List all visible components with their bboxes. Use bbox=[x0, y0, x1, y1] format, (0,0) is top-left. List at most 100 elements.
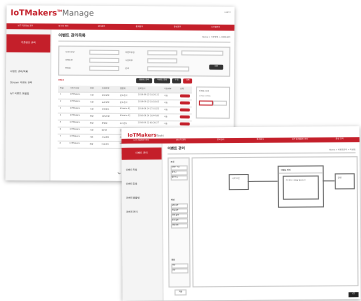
table-cell: IoTMakers bbox=[69, 93, 81, 96]
table-cell: 2016.06.14 16:44:09 bbox=[137, 115, 159, 118]
column-header: 유형 bbox=[90, 87, 94, 90]
table-cell: 8 bbox=[59, 142, 61, 145]
flow-node-alert[interactable]: 알림 bbox=[334, 173, 355, 190]
nav-item[interactable]: 장비관리 bbox=[201, 138, 241, 143]
title-divider bbox=[167, 152, 356, 155]
flow-edge bbox=[322, 180, 335, 182]
flow-node-inner[interactable]: 조건 충족 시 알림을 발송합니다 bbox=[282, 175, 319, 200]
table-cell: 기본 bbox=[89, 108, 94, 111]
palette-group-title: 액션 bbox=[170, 199, 175, 202]
sidebar-item[interactable]: 이벤트관리 bbox=[126, 210, 138, 214]
palette-item-label: SMS 발송 bbox=[172, 215, 179, 217]
detail-panel-value: 선택된 이벤트 bbox=[198, 95, 211, 98]
sidebar-item-stream-event[interactable]: Stream 이벤트 관리 bbox=[10, 80, 32, 84]
usage-select[interactable] bbox=[147, 58, 178, 64]
palette-item-label: 메일 발송 bbox=[171, 210, 179, 212]
table-cell: Stream-02 bbox=[119, 114, 131, 118]
sidebar-header: 이벤트 관리 bbox=[121, 147, 162, 160]
filter-label: 등록일 bbox=[65, 67, 71, 70]
status-badge bbox=[179, 115, 190, 119]
logo-bold: IoTMakers bbox=[10, 8, 58, 18]
table-cell: IoTMakers bbox=[69, 135, 80, 138]
nav-item[interactable]: 통계분석 bbox=[120, 24, 158, 30]
event-type-select[interactable] bbox=[147, 50, 178, 56]
table-cell: 6 bbox=[59, 128, 62, 131]
palette-item-label: 완료 bbox=[172, 270, 176, 272]
filter-label: 이벤트명 bbox=[65, 59, 73, 62]
flow-node-start[interactable]: 시작 조건 bbox=[228, 173, 249, 191]
search-button[interactable]: 조회 bbox=[209, 64, 224, 70]
delete-button[interactable]: 삭제 bbox=[183, 78, 193, 84]
extra-select[interactable] bbox=[181, 50, 224, 56]
nav-item[interactable]: IoT 앱 템플릿 관리 bbox=[280, 137, 320, 142]
table-cell: 사용 bbox=[163, 116, 168, 119]
edit-button[interactable]: 수정 bbox=[172, 78, 182, 84]
table-cell: 온도알림 bbox=[101, 94, 110, 97]
table-cell: 2 bbox=[59, 100, 62, 103]
table-cell: 도어센서 bbox=[119, 122, 128, 126]
user-menu[interactable]: user ▾ bbox=[225, 12, 231, 14]
nav-item[interactable]: 시스템관리 bbox=[196, 25, 234, 31]
nav-item[interactable]: 통계분석 bbox=[240, 138, 280, 143]
table-cell: 2016.06.14 17:01:52 bbox=[137, 108, 159, 111]
detail-field[interactable] bbox=[212, 100, 227, 106]
palette-item[interactable]: 범위 비교 bbox=[170, 175, 188, 181]
palette-item-label: 명령 전송 bbox=[172, 225, 179, 227]
date-input[interactable] bbox=[89, 65, 120, 71]
table-cell: 기본 bbox=[89, 129, 94, 132]
register-template-button[interactable]: 템플릿 등록 bbox=[136, 78, 153, 84]
table-cell: 온도센서 bbox=[119, 101, 128, 105]
column-header: 이벤트명 bbox=[102, 87, 110, 90]
table-cell: 습도알림 bbox=[101, 101, 110, 104]
status-badge bbox=[179, 122, 190, 126]
nav-item[interactable]: 마스터 관리 bbox=[161, 138, 201, 143]
flow-canvas[interactable]: 시작 조건 이벤트 처리 조건 충족 시 알림을 발송합니다 알림 bbox=[191, 156, 359, 288]
sidebar-item[interactable]: 이벤트템플릿 bbox=[126, 196, 140, 200]
nav-item[interactable]: 운영관리 bbox=[158, 24, 196, 30]
event-name-input[interactable] bbox=[89, 57, 120, 63]
brand-logo[interactable]: IoTMakersTMManage bbox=[11, 8, 94, 18]
palette-group-title: 조건 bbox=[170, 161, 175, 164]
flow-node-process[interactable]: 이벤트 처리 조건 충족 시 알림을 발송합니다 bbox=[277, 165, 324, 208]
table-cell: 사용 bbox=[163, 123, 168, 126]
nav-item[interactable]: 장비관리 bbox=[82, 24, 120, 30]
palette-item-label: 푸시 발송 bbox=[172, 220, 179, 222]
column-header: 번호 bbox=[60, 87, 64, 90]
breadcrumb: Home > 이벤트관리 > 이벤트 bbox=[329, 149, 356, 152]
filter-label: 이벤트유형 bbox=[125, 52, 135, 55]
sidebar-item-event-list[interactable]: 이벤트 관리/목록 bbox=[10, 69, 28, 73]
table-cell: 복합 bbox=[89, 115, 94, 118]
table-cell: 사용 bbox=[163, 109, 168, 112]
filter-label: 서비스대상 bbox=[65, 51, 75, 54]
service-select[interactable] bbox=[89, 49, 120, 55]
sidebar: 이벤트 관리 이벤트목록 이벤트등록 이벤트템플릿 이벤트관리 bbox=[121, 143, 164, 301]
nav-item[interactable]: 운영 관리 bbox=[320, 137, 360, 142]
column-header: 템플릿 bbox=[120, 88, 126, 91]
sidebar-item[interactable]: 이벤트등록 bbox=[126, 182, 138, 186]
column-header: 서비스대상 bbox=[70, 87, 80, 90]
detail-panel-title: 이벤트 상세 bbox=[199, 90, 209, 93]
sidebar-item[interactable]: 이벤트목록 bbox=[126, 168, 138, 172]
pager[interactable]: Top bbox=[117, 173, 120, 175]
save-button[interactable]: 저장 bbox=[174, 289, 187, 296]
table-cell: 4 bbox=[59, 114, 62, 117]
table-cell: IoTMakers bbox=[69, 107, 81, 110]
node-description: 조건 충족 시 알림을 발송합니다 bbox=[285, 180, 306, 182]
editor-screenshot: IoTMakersTools IoT 기준정보 관리 마스터 관리 장비관리 통… bbox=[121, 126, 361, 301]
logo-suffix: Manage bbox=[62, 8, 94, 18]
table-cell: IoTMakers bbox=[69, 114, 81, 117]
register-event-button[interactable]: 이벤트 등록 bbox=[154, 78, 171, 84]
palette-item[interactable]: 완료 bbox=[171, 268, 189, 274]
status-badge bbox=[179, 108, 190, 112]
palette-item[interactable]: 명령 전송 bbox=[171, 223, 189, 229]
keyword-input[interactable] bbox=[147, 66, 190, 72]
table-cell: 7 bbox=[59, 135, 61, 138]
palette-item-label: 범위 비교 bbox=[171, 177, 179, 179]
status-badge bbox=[179, 101, 190, 105]
corner-badge: KT bbox=[348, 292, 359, 298]
table-cell: IoTMakers bbox=[69, 142, 80, 145]
detail-field[interactable] bbox=[198, 100, 213, 106]
table-cell: 문열림 bbox=[101, 122, 108, 125]
column-header: 상태 bbox=[180, 88, 184, 91]
sidebar-item-event-template[interactable]: IoT 이벤트 템플릿 bbox=[10, 91, 29, 95]
